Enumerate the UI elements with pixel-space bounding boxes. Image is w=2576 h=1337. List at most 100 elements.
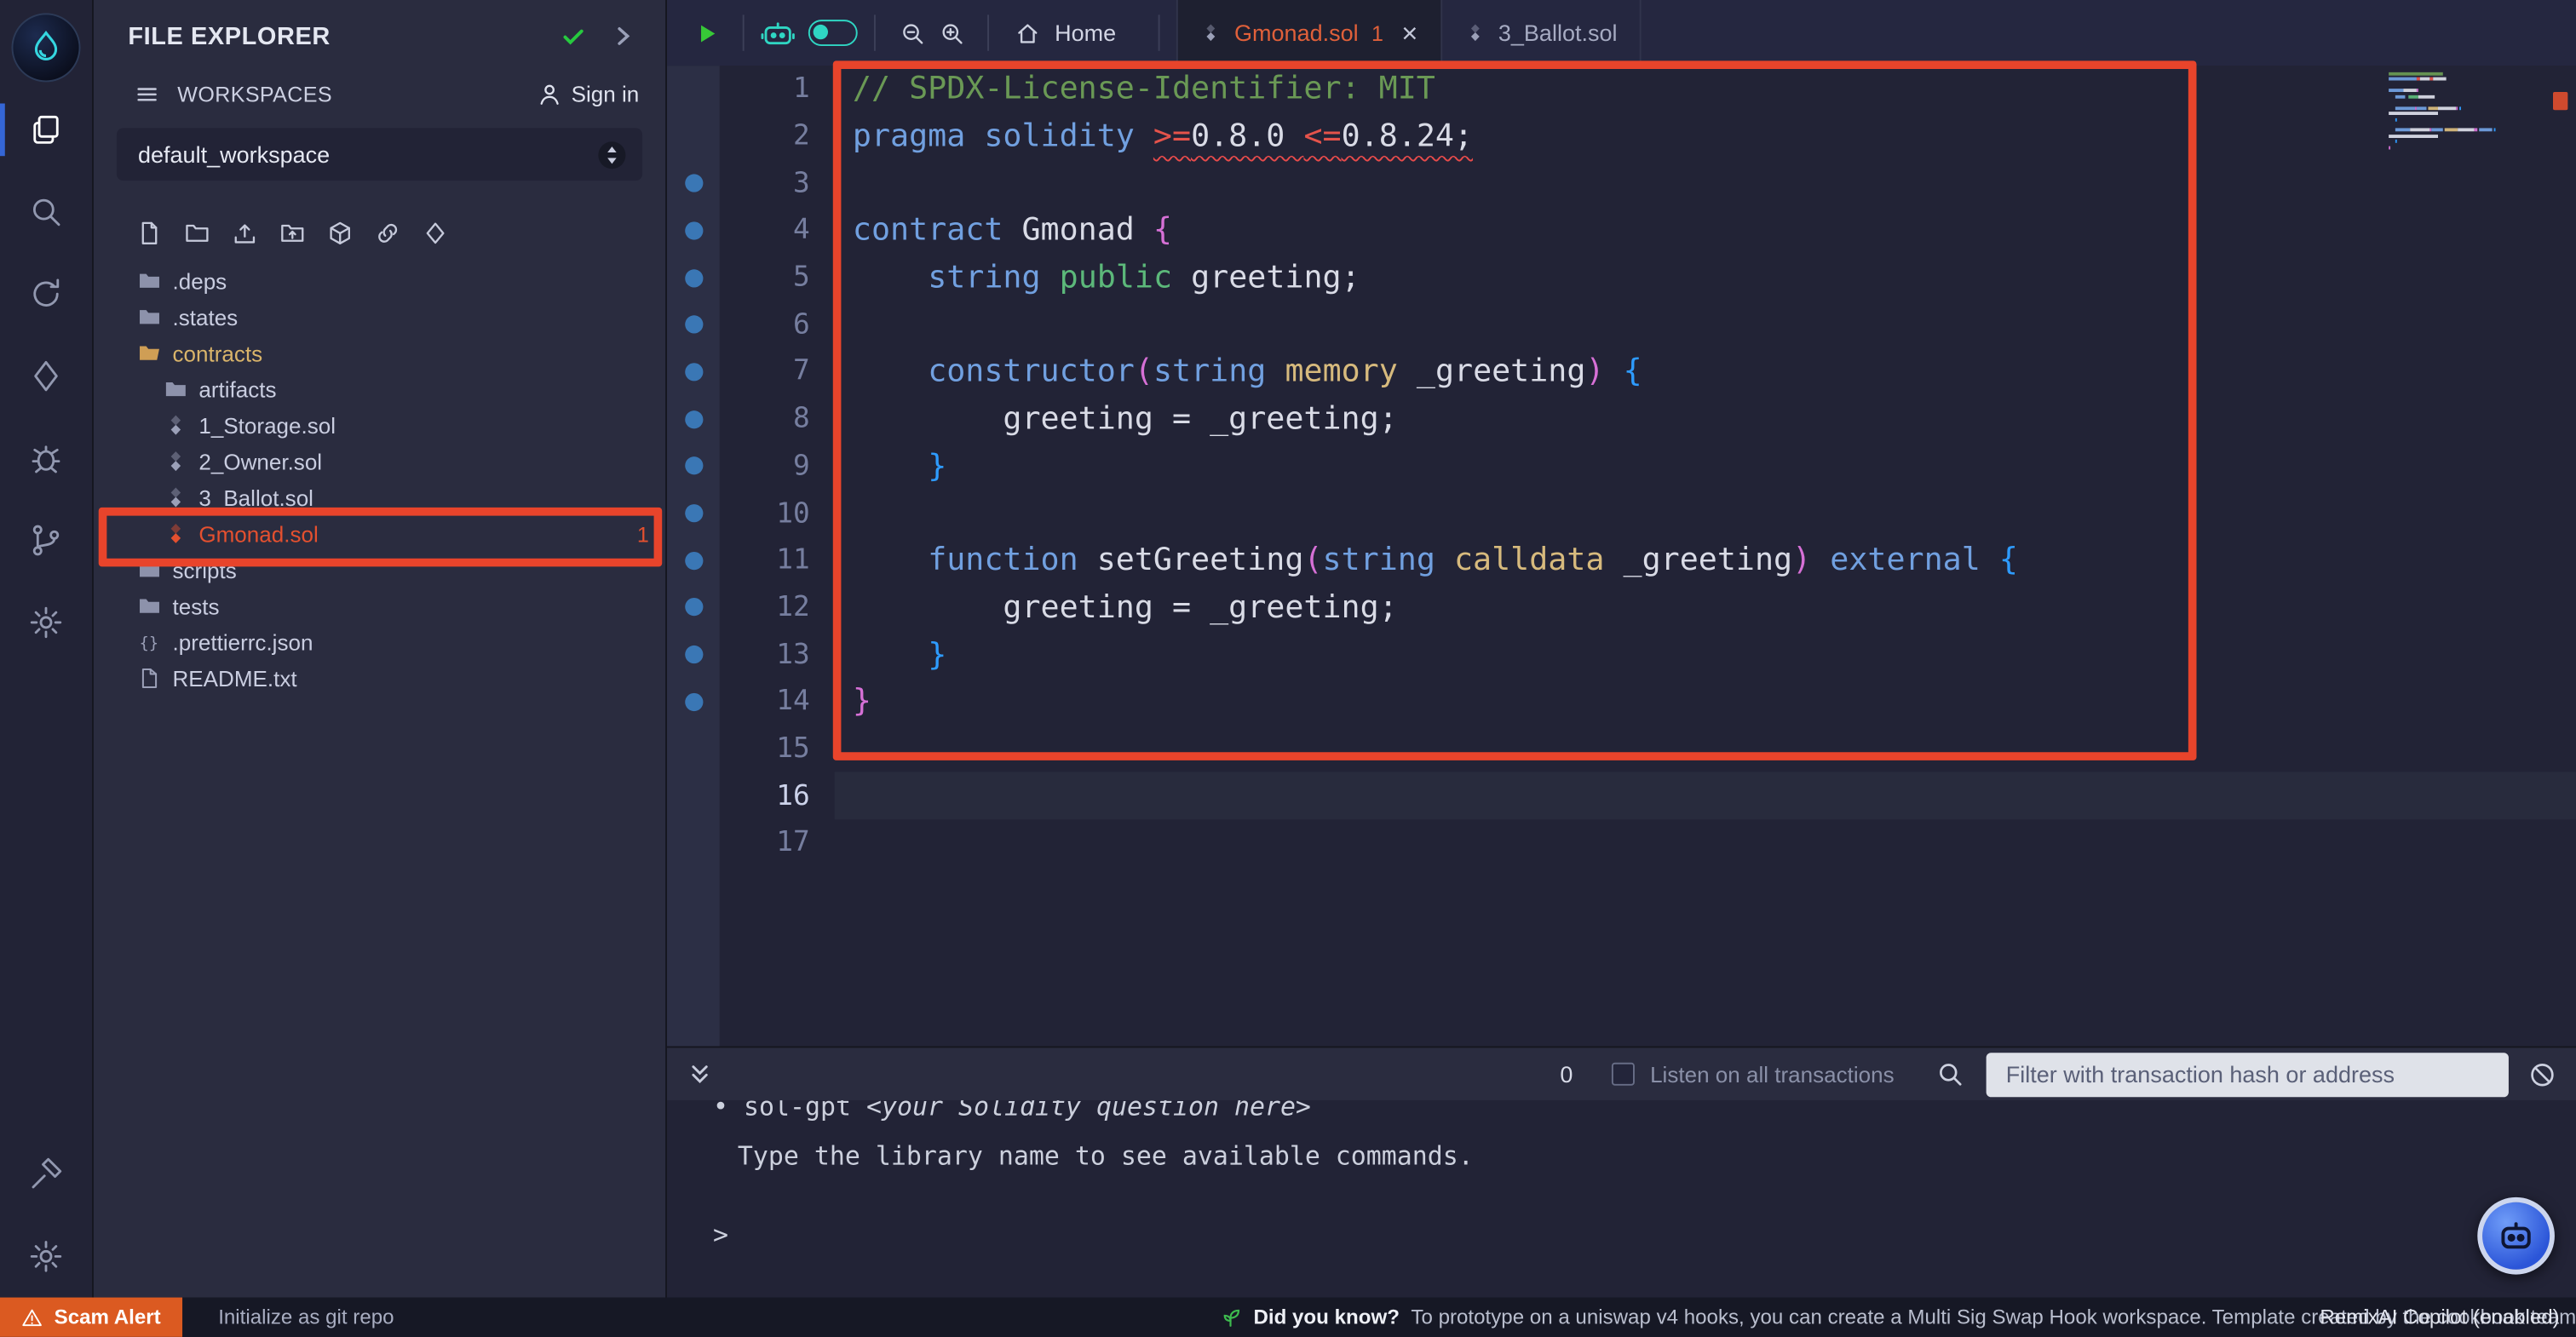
line-number: 10 (720, 490, 835, 537)
activity-search[interactable] (0, 171, 93, 253)
run-script-button[interactable] (687, 13, 726, 52)
terminal-hint: <your Solidity question here> (866, 1100, 1311, 1122)
init-git-repo-button[interactable]: Initialize as git repo (218, 1305, 394, 1328)
zoom-in-icon (939, 20, 963, 45)
code-line-5[interactable]: 5 string public greeting; (667, 254, 2576, 301)
code-line-2[interactable]: 2pragma solidity >=0.8.0 <=0.8.24; (667, 112, 2576, 159)
code-line-6[interactable]: 6 (667, 301, 2576, 348)
transaction-filter-input[interactable] (1987, 1052, 2509, 1096)
tree-item-tests[interactable]: tests (94, 588, 665, 623)
overview-ruler-error-mark (2553, 92, 2567, 110)
hamburger-menu-icon[interactable] (135, 81, 159, 106)
activity-settings[interactable] (0, 1215, 93, 1297)
collapse-terminal-button[interactable] (687, 1061, 713, 1087)
remix-ai-assistant-button[interactable] (2477, 1197, 2555, 1275)
code-line-15[interactable]: 15 (667, 726, 2576, 772)
code-editor[interactable]: 1// SPDX-License-Identifier: MIT2pragma … (667, 66, 2576, 1046)
code-line-13[interactable]: 13 } (667, 631, 2576, 678)
status-bar: Scam Alert Initialize as git repo Did yo… (0, 1298, 2576, 1337)
workspace-stepper-icon[interactable] (596, 139, 628, 170)
ai-robot-icon[interactable] (761, 19, 796, 47)
workspace-select[interactable]: default_workspace (117, 128, 642, 181)
terminal-prompt[interactable]: > (713, 1220, 2576, 1250)
code-line-4[interactable]: 4contract Gmonad { (667, 207, 2576, 254)
new-folder-icon[interactable] (184, 220, 210, 246)
line-marker-dot (684, 692, 702, 710)
code-line-7[interactable]: 7 constructor(string memory _greeting) { (667, 348, 2576, 395)
code-line-11[interactable]: 11 function setGreeting(string calldata … (667, 537, 2576, 583)
tab-gmonad-sol[interactable]: Gmonad.sol 1 × (1177, 0, 1443, 66)
tree-item-Gmonad.sol[interactable]: Gmonad.sol 1 (94, 516, 665, 552)
publish-gist-icon[interactable] (423, 220, 449, 246)
seedling-icon (1219, 1305, 1242, 1328)
listen-all-transactions-checkbox[interactable] (1613, 1063, 1636, 1086)
folder-icon (138, 306, 161, 329)
zoom-in-button[interactable] (931, 13, 970, 52)
activity-solidity-compiler[interactable] (0, 253, 93, 335)
chevron-right-icon[interactable] (609, 23, 635, 49)
load-template-icon[interactable] (327, 220, 354, 246)
zoom-out-button[interactable] (892, 13, 931, 52)
activity-bar (0, 0, 94, 1298)
code-line-16[interactable]: 16 (667, 772, 2576, 819)
upload-folder-icon[interactable] (279, 220, 306, 246)
code-line-14[interactable]: 14} (667, 678, 2576, 725)
json-icon: {} (138, 631, 161, 654)
code-line-8[interactable]: 8 greeting = _greeting; (667, 395, 2576, 442)
tree-item-README.txt[interactable]: README.txt (94, 660, 665, 696)
copilot-toggle[interactable] (808, 20, 858, 46)
toolbar-separator (1159, 14, 1160, 50)
tree-item-artifacts[interactable]: artifacts (94, 371, 665, 407)
svg-text:{}: {} (140, 634, 158, 652)
editor-tabbar: Home Gmonad.sol 1 × 3_Ballot.sol (667, 0, 2576, 66)
code-line-9[interactable]: 9 } (667, 443, 2576, 490)
activity-deploy-run[interactable] (0, 335, 93, 416)
person-icon (537, 81, 561, 106)
line-number: 14 (720, 678, 835, 725)
code-line-1[interactable]: 1// SPDX-License-Identifier: MIT (667, 66, 2576, 112)
code-line-3[interactable]: 3 (667, 160, 2576, 207)
new-file-icon[interactable] (136, 220, 163, 246)
line-number: 5 (720, 254, 835, 301)
tree-item-.states[interactable]: .states (94, 299, 665, 335)
activity-bar-top (0, 89, 93, 663)
upload-file-icon[interactable] (232, 220, 258, 246)
solidity-compiler-icon (28, 276, 64, 312)
activity-build-tools[interactable] (0, 1133, 93, 1215)
remix-logo[interactable] (11, 13, 80, 82)
code-line-17[interactable]: 17 (667, 819, 2576, 866)
sign-in-button[interactable]: Sign in (537, 81, 639, 106)
remix-ide-window: FILE EXPLORER WORKSPACES Sign in default… (0, 0, 2576, 1337)
activity-file-explorer[interactable] (0, 89, 93, 170)
tree-item-1_Storage.sol[interactable]: 1_Storage.sol (94, 407, 665, 443)
scam-alert-button[interactable]: Scam Alert (0, 1298, 182, 1337)
line-number: 17 (720, 819, 835, 866)
activity-git[interactable] (0, 499, 93, 581)
robot-face-icon (2494, 1214, 2539, 1258)
line-number: 13 (720, 631, 835, 678)
tab-ballot-sol[interactable]: 3_Ballot.sol (1442, 0, 1642, 66)
remix-drop-icon (26, 28, 66, 67)
tree-item-.deps[interactable]: .deps (94, 263, 665, 299)
close-tab-icon[interactable]: × (1401, 19, 1417, 47)
terminal[interactable]: • sol-gpt <your Solidity question here> … (667, 1100, 2576, 1297)
terminal-search-icon[interactable] (1937, 1061, 1964, 1087)
code-line-10[interactable]: 10 (667, 490, 2576, 537)
activity-plugin-manager[interactable] (0, 582, 93, 663)
accept-check-icon[interactable] (561, 23, 587, 49)
tree-item-contracts[interactable]: contracts (94, 335, 665, 370)
line-number: 8 (720, 395, 835, 442)
line-marker-dot (684, 551, 702, 569)
tree-item-3_Ballot.sol[interactable]: 3_Ballot.sol (94, 479, 665, 515)
tab-home[interactable]: Home (1005, 0, 1142, 66)
tree-item-scripts[interactable]: scripts (94, 552, 665, 588)
clear-console-icon[interactable] (2528, 1060, 2556, 1088)
listen-all-transactions-label: Listen on all transactions (1650, 1062, 1895, 1087)
tree-item-2_Owner.sol[interactable]: 2_Owner.sol (94, 444, 665, 479)
code-line-12[interactable]: 12 greeting = _greeting; (667, 584, 2576, 631)
link-icon[interactable] (375, 220, 401, 246)
tree-item-.prettierrc.json[interactable]: {} .prettierrc.json (94, 624, 665, 660)
activity-debugger[interactable] (0, 417, 93, 499)
line-number: 7 (720, 348, 835, 395)
minimap[interactable] (2389, 72, 2527, 169)
